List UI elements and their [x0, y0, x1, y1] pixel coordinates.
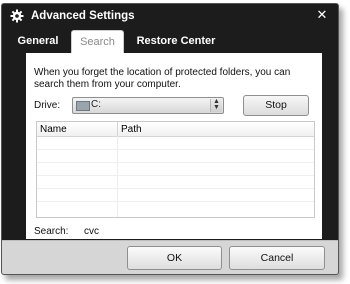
tab-restore-center[interactable]: Restore Center [128, 30, 224, 52]
results-header: Name Path [37, 122, 314, 137]
table-row [37, 137, 314, 150]
window-title: Advanced Settings [31, 10, 135, 22]
drive-value: C: [91, 99, 101, 110]
spin-arrows-icon[interactable]: ▲ ▼ [210, 98, 222, 112]
table-row [37, 176, 314, 189]
advanced-settings-dialog: Advanced Settings ✕ General Search Resto… [1, 3, 339, 275]
hard-drive-icon [76, 101, 90, 111]
results-list[interactable]: Name Path [36, 121, 315, 218]
close-icon[interactable]: ✕ [314, 7, 330, 23]
cancel-button[interactable]: Cancel [229, 246, 325, 270]
search-status-label: Search: [34, 226, 69, 237]
column-divider[interactable] [117, 122, 118, 136]
gear-icon [10, 9, 24, 23]
table-row [37, 150, 314, 163]
tab-search[interactable]: Search [71, 30, 124, 54]
column-name[interactable]: Name [40, 124, 67, 135]
dialog-footer: OK Cancel [2, 240, 338, 274]
tab-general[interactable]: General [11, 30, 65, 52]
title-bar: Advanced Settings ✕ [2, 4, 338, 28]
stop-button[interactable]: Stop [243, 95, 309, 116]
drive-label: Drive: [34, 100, 61, 111]
drive-select[interactable]: C: ▲ ▼ [72, 97, 224, 114]
search-status-value: cvc [84, 226, 99, 237]
table-row [37, 163, 314, 176]
table-row [37, 189, 314, 202]
ok-button[interactable]: OK [127, 246, 222, 270]
column-path[interactable]: Path [121, 124, 142, 135]
table-row [37, 202, 314, 214]
search-panel: When you forget the location of protecte… [26, 53, 322, 239]
search-description: When you forget the location of protecte… [34, 67, 291, 90]
